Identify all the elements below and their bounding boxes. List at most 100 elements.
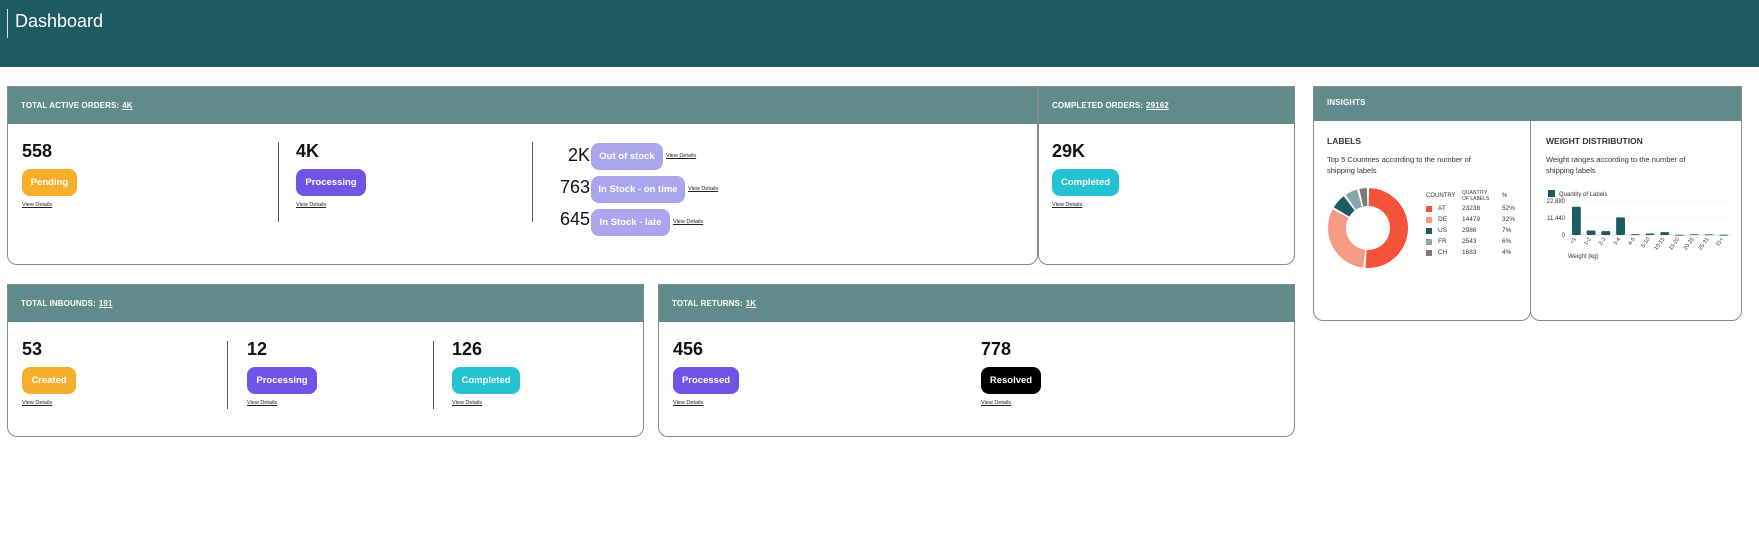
processing-count: 4K [296,141,320,161]
divider [532,142,533,222]
processing-view-details-link[interactable]: View Details [296,202,326,208]
x-tick-label: 2-3 [1598,237,1607,247]
active-orders-label: TOTAL ACTIVE ORDERS: [21,101,120,110]
bar-31< [1719,234,1729,236]
legend-header-pct: % [1502,193,1508,199]
active-orders-total[interactable]: 4K [122,101,132,110]
legend-qty: 2986 [1462,227,1477,234]
in-stock-late-count: 645 [559,209,590,229]
x-tick-label: 20-25 [1683,237,1696,252]
legend-pct: 52% [1502,205,1516,212]
pending-view-details-link[interactable]: View Details [22,202,52,208]
legend-swatch [1426,250,1432,256]
weight-card: WEIGHT DISTRIBUTION Weight ranges accord… [1530,121,1742,321]
processed-count: 456 [673,339,704,359]
labels-title: LABELS [1327,136,1361,146]
completed-orders-card: COMPLETED ORDERS: 29162 29K Completed Vie… [1038,86,1295,265]
labels-donut-chart [1328,188,1408,268]
legend-header-qty-2: OF LABELS [1462,196,1490,202]
created-view-details-link[interactable]: View Details [22,400,52,406]
divider [227,341,228,409]
completed-count: 29K [1052,141,1086,161]
resolved-badge: Resolved [981,367,1041,394]
donut-slice-de [1328,209,1366,268]
weight-bar-chart: Quantity of Labels22.880 11.440 0<1 1-2 2-3 3… [1547,190,1731,260]
labels-subtitle-line1: Top 5 Countries according to the number … [1327,155,1471,164]
x-axis-label: Weight (kg) [1568,254,1599,260]
processed-view-details-link[interactable]: View Details [673,400,703,406]
pending-count: 558 [22,141,53,161]
completed-badge: Completed [1052,169,1119,196]
out-of-stock-badge: Out of stock [591,143,663,170]
bar-4-5 [1630,234,1640,235]
inbounds-total[interactable]: 191 [99,299,113,308]
legend-row-us: US 2986 7% [1426,227,1526,237]
out-of-stock-count: 2K [567,145,590,165]
legend-row-de: DE 14479 32% [1426,216,1526,226]
in-stock-late-view-details-link[interactable]: View Details [673,219,703,225]
created-badge: Created [22,367,76,394]
weight-subtitle-line1: Weight ranges according to the number of [1546,155,1686,164]
legend-country: US [1438,227,1448,234]
title-divider [7,9,8,38]
legend-row-at: AT 23238 52% [1426,205,1526,215]
insights-title: INSIGHTS [1327,98,1366,107]
inbound-processing-view-details-link[interactable]: View Details [247,400,277,406]
inbounds-label: TOTAL INBOUNDS: [21,299,96,308]
x-tick-label: 25-31 [1698,237,1711,252]
labels-subtitle-line2: shipping labels [1327,166,1377,175]
returns-label: TOTAL RETURNS: [672,299,743,308]
legend-country: CH [1438,249,1448,256]
in-stock-late-badge: In Stock - late [591,209,670,236]
bar-25-31 [1704,234,1714,236]
divider [278,142,279,222]
resolved-view-details-link[interactable]: View Details [981,400,1011,406]
bar-10-15 [1660,232,1670,235]
legend-swatch [1426,217,1432,223]
bar-1-2 [1586,230,1596,235]
inbound-completed-badge: Completed [452,367,520,394]
insights-card: INSIGHTS [1313,86,1742,122]
in-stock-on-time-count: 763 [559,177,590,197]
legend-country: AT [1438,205,1446,212]
returns-total[interactable]: 1K [746,299,756,308]
completed-orders-total[interactable]: 29162 [1146,101,1169,110]
out-of-stock-view-details-link[interactable]: View Details [666,153,696,159]
inbound-completed-view-details-link[interactable]: View Details [452,400,482,406]
insights-header: INSIGHTS [1314,87,1741,122]
bar-2-3 [1601,231,1611,235]
legend-header-country: COUNTRY [1426,193,1456,199]
x-tick-label: 1-2 [1583,237,1592,247]
legend-qty: 14479 [1462,216,1481,223]
x-tick-label: 10-15 [1653,237,1666,252]
returns-card: TOTAL RETURNS: 1K 456 Processed View Deta… [658,284,1295,437]
page-title: Dashboard [15,11,104,31]
completed-orders-header: COMPLETED ORDERS: 29162 [1039,87,1294,124]
inbound-completed-count: 126 [452,339,483,359]
x-tick-label: <1 [1569,237,1578,246]
legend-pct: 6% [1502,238,1512,245]
bar-15-20 [1675,234,1684,236]
pending-badge: Pending [22,169,77,196]
resolved-count: 778 [981,339,1012,359]
divider [433,341,434,409]
legend-country: DE [1438,216,1448,223]
x-tick-label: 31< [1715,237,1725,248]
y-tick-label: 22.880 [1547,199,1566,205]
weight-title: WEIGHT DISTRIBUTION [1546,136,1643,146]
x-tick-label: 3-4 [1613,237,1622,247]
x-tick-label: 15-20 [1668,237,1681,252]
labels-card: LABELS Top 5 Countries according to the … [1313,121,1531,321]
completed-orders-label: COMPLETED ORDERS: [1052,101,1144,110]
in-stock-on-time-view-details-link[interactable]: View Details [688,186,718,192]
legend-pct: 32% [1502,216,1516,223]
completed-view-details-link[interactable]: View Details [1052,202,1082,208]
inbounds-card: TOTAL INBOUNDS: 191 53 Created View Detai… [7,284,644,437]
legend-pct: 4% [1502,249,1512,256]
inbounds-header: TOTAL INBOUNDS: 191 [8,285,643,322]
x-tick-label: 5-10 [1640,237,1651,249]
returns-header: TOTAL RETURNS: 1K [659,285,1294,322]
active-orders-header: TOTAL ACTIVE ORDERS: 4K [8,87,1037,124]
legend-swatch [1426,239,1432,245]
processing-badge: Processing [296,169,366,196]
